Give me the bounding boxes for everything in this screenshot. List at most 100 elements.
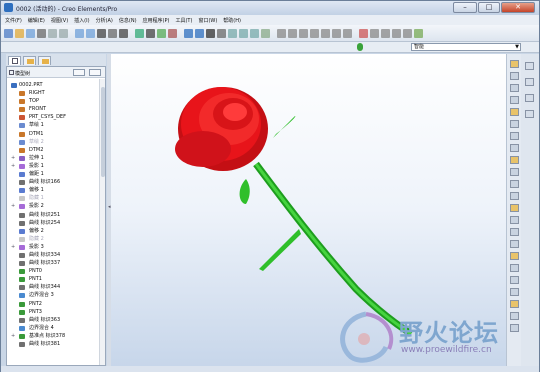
tree-row[interactable]: TOP	[7, 97, 99, 105]
regen-icon[interactable]	[357, 43, 363, 51]
zoom-in-icon[interactable]	[228, 29, 237, 38]
point-tool-icon[interactable]	[510, 108, 519, 116]
print-icon[interactable]	[37, 29, 46, 38]
show-dropdown-button[interactable]	[89, 69, 101, 76]
help-icon[interactable]	[414, 29, 423, 38]
shade-icon[interactable]	[206, 29, 215, 38]
settings-dropdown-button[interactable]	[73, 69, 85, 76]
tree-row[interactable]: 曲线 标识166	[7, 178, 99, 186]
pattern-tool-icon[interactable]	[510, 276, 519, 284]
spin-center-icon[interactable]	[525, 94, 534, 102]
tab-model-tree[interactable]	[8, 56, 21, 65]
measure-icon[interactable]	[510, 144, 519, 152]
csys-display-icon[interactable]	[332, 29, 341, 38]
annotation-display-icon[interactable]	[343, 29, 352, 38]
minimize-button[interactable]: –	[453, 2, 477, 13]
redo-icon[interactable]	[86, 29, 95, 38]
blend-tool-icon[interactable]	[510, 192, 519, 200]
find-icon[interactable]	[146, 29, 155, 38]
layer-toggle-icon[interactable]	[525, 78, 534, 86]
tree-row[interactable]: DTM1	[7, 130, 99, 138]
send-icon[interactable]	[59, 29, 68, 38]
tree-row[interactable]: + 投影 2	[7, 202, 99, 210]
spin-icon[interactable]	[195, 29, 204, 38]
tree-row[interactable]: PNT0	[7, 267, 99, 275]
menu-item-3[interactable]: 插入(I)	[74, 17, 89, 24]
axis-icon[interactable]	[381, 29, 390, 38]
menu-item-7[interactable]: 工具(T)	[175, 17, 192, 24]
tree-row[interactable]: DTM2	[7, 146, 99, 154]
tree-row[interactable]: 草绘 2	[7, 138, 99, 146]
tree-row[interactable]: + 拉伸 1	[7, 154, 99, 162]
tree-row[interactable]: RIGHT	[7, 89, 99, 97]
copy-icon[interactable]	[108, 29, 117, 38]
tree-row[interactable]: PNT2	[7, 300, 99, 308]
tree-row[interactable]: 边界混合 4	[7, 324, 99, 332]
menu-item-8[interactable]: 窗口(W)	[198, 17, 217, 24]
tree-row[interactable]: 草绘 1	[7, 121, 99, 129]
draft-tool-icon[interactable]	[510, 240, 519, 248]
plane-tool-icon[interactable]	[510, 72, 519, 80]
menu-item-9[interactable]: 帮助(H)	[223, 17, 241, 24]
menu-item-1[interactable]: 编辑(E)	[28, 17, 45, 24]
tree-row[interactable]: 曲线 标识334	[7, 251, 99, 259]
orient-icon[interactable]	[184, 29, 193, 38]
cut-icon[interactable]	[97, 29, 106, 38]
tree-row[interactable]: 偏距 1	[7, 170, 99, 178]
open-icon[interactable]	[15, 29, 24, 38]
hole-tool-icon[interactable]	[510, 204, 519, 212]
menu-item-4[interactable]: 分析(A)	[96, 17, 113, 24]
sketch-curve-icon[interactable]	[510, 60, 519, 68]
expand-toggle[interactable]: +	[11, 154, 15, 162]
axis-tool-icon[interactable]	[510, 84, 519, 92]
layer-icon[interactable]	[277, 29, 286, 38]
tree-row[interactable]: FRONT	[7, 105, 99, 113]
tab-favorites[interactable]	[38, 56, 51, 65]
tree-row[interactable]: 曲线 标识363	[7, 316, 99, 324]
tree-row[interactable]: 曲线 标识344	[7, 283, 99, 291]
repaint-icon[interactable]	[250, 29, 259, 38]
curve-tool-icon[interactable]	[510, 96, 519, 104]
maximize-button[interactable]: □	[478, 2, 500, 13]
merge-tool-icon[interactable]	[510, 300, 519, 308]
revolve-tool-icon[interactable]	[510, 168, 519, 176]
regenerate-icon[interactable]	[135, 29, 144, 38]
expand-toggle[interactable]: +	[11, 162, 15, 170]
paste-icon[interactable]	[119, 29, 128, 38]
shell-tool-icon[interactable]	[510, 216, 519, 224]
scroll-thumb[interactable]	[101, 87, 105, 177]
menu-item-6[interactable]: 应用程序(P)	[143, 17, 170, 24]
datum-axis-display-icon[interactable]	[310, 29, 319, 38]
select-box-icon[interactable]	[157, 29, 166, 38]
tree-row[interactable]: 曲线 标识381	[7, 340, 99, 348]
rib-tool-icon[interactable]	[510, 228, 519, 236]
tree-row[interactable]: PNT1	[7, 275, 99, 283]
point-icon[interactable]	[392, 29, 401, 38]
close-button[interactable]: ✕	[501, 2, 535, 13]
annotation-toggle-icon[interactable]	[525, 110, 534, 118]
plane-icon[interactable]	[370, 29, 379, 38]
csys-icon[interactable]	[403, 29, 412, 38]
zoom-out-icon[interactable]	[239, 29, 248, 38]
tree-row[interactable]: 0002.PRT	[7, 81, 99, 89]
tree-row[interactable]: PNT3	[7, 308, 99, 316]
chamfer-tool-icon[interactable]	[510, 264, 519, 272]
csys-tool-icon[interactable]	[510, 120, 519, 128]
point-display-icon[interactable]	[321, 29, 330, 38]
hide-icon[interactable]	[168, 29, 177, 38]
expand-toggle[interactable]: +	[11, 202, 15, 210]
email-icon[interactable]	[48, 29, 57, 38]
tree-row[interactable]: + 基准点 标识378	[7, 332, 99, 340]
tree-row[interactable]: 边界混合 3	[7, 291, 99, 299]
selection-filter-dropdown[interactable]: 智能 ▼	[411, 43, 521, 51]
extrude-tool-icon[interactable]	[510, 156, 519, 164]
tree-row[interactable]: 曲线 标识254	[7, 219, 99, 227]
save-icon[interactable]	[26, 29, 35, 38]
analysis-icon[interactable]	[510, 132, 519, 140]
sketch-icon[interactable]	[359, 29, 368, 38]
refit-icon[interactable]	[217, 29, 226, 38]
menu-item-0[interactable]: 文件(F)	[5, 17, 22, 24]
menu-item-5[interactable]: 信息(N)	[119, 17, 137, 24]
expand-toggle[interactable]: +	[11, 332, 15, 340]
tree-row[interactable]: PRT_CSYS_DEF	[7, 113, 99, 121]
